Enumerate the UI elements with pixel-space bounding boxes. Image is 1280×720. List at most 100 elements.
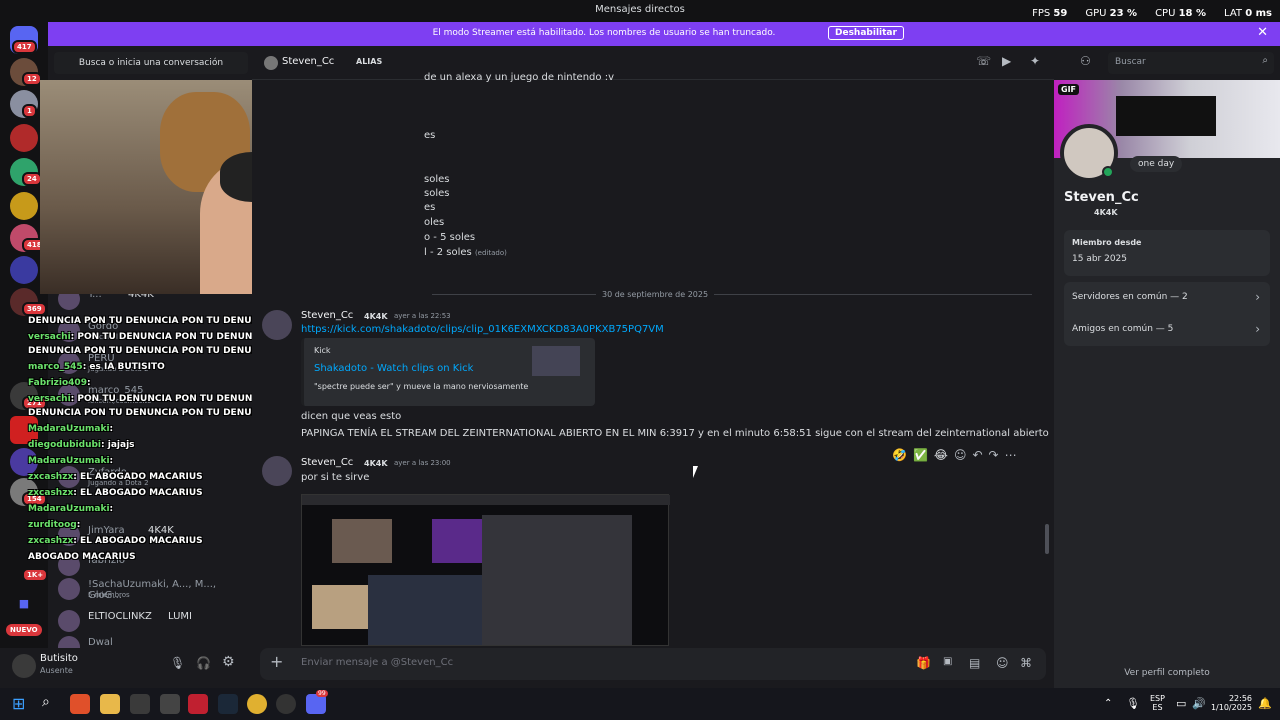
- app-icon[interactable]: [130, 694, 150, 714]
- folder-icon[interactable]: ■: [10, 590, 38, 618]
- profile-tag: 4K4K: [1094, 208, 1118, 217]
- dm-item[interactable]: !SachaUzumaki, A..., M..., GloG... 5 miem…: [58, 574, 248, 602]
- user-name: Butisito: [40, 653, 78, 664]
- embed-thumbnail[interactable]: [532, 346, 580, 376]
- message-link[interactable]: https://kick.com/shakadoto/clips/clip_01…: [301, 324, 664, 335]
- dm-search-input[interactable]: Busca o inicia una conversación: [54, 52, 248, 74]
- mouse-cursor-icon: [693, 466, 698, 478]
- performance-overlay: FPS 59 GPU 23 % CPU 18 % LAT 0 ms: [1032, 8, 1272, 19]
- author-name[interactable]: Steven_Cc: [301, 457, 353, 468]
- add-reaction-icon[interactable]: ☺: [954, 448, 967, 462]
- chrome-icon[interactable]: [247, 694, 267, 714]
- banner-art: [1116, 96, 1216, 136]
- dm-item[interactable]: ELTIOCLINKZ LUMI: [58, 606, 248, 634]
- steam-icon[interactable]: [218, 694, 238, 714]
- emoji-icon[interactable]: ☺: [996, 656, 1009, 670]
- server-icon[interactable]: [10, 192, 38, 220]
- message-text: PAPINGA TENÍA EL STREAM DEL ZEINTERNATIO…: [301, 428, 1049, 439]
- discord-icon[interactable]: [306, 694, 326, 714]
- search-icon[interactable]: ⌕: [42, 694, 62, 714]
- dm-tag: LUMI: [168, 611, 192, 622]
- sticker-icon[interactable]: ▤: [969, 656, 980, 670]
- video-icon[interactable]: ▶: [1002, 54, 1011, 68]
- gear-icon[interactable]: ⚙: [222, 654, 235, 670]
- app-icon[interactable]: [160, 694, 180, 714]
- react-check-icon[interactable]: ✅: [913, 448, 928, 462]
- pin-icon[interactable]: ✦: [1030, 54, 1040, 68]
- user-avatar[interactable]: [12, 654, 36, 678]
- author-name[interactable]: Steven_Cc: [301, 310, 353, 321]
- close-icon[interactable]: ✕: [1257, 25, 1268, 40]
- search-icon: ⌕: [1262, 55, 1268, 66]
- headphones-icon[interactable]: 🎧: [196, 656, 211, 670]
- message-text: soles: [424, 188, 450, 199]
- app-icon[interactable]: [276, 694, 296, 714]
- author-avatar[interactable]: [262, 310, 292, 340]
- chevron-right-icon[interactable]: ›: [1255, 290, 1260, 304]
- avatar: [58, 610, 80, 632]
- embed-provider: Kick: [314, 346, 331, 355]
- author-tag: 4K4K: [364, 459, 388, 468]
- attached-image[interactable]: [301, 494, 670, 646]
- profile-panel: GIF one day Steven_Cc 4K4K Miembro desde…: [1054, 80, 1280, 688]
- disable-streamer-button[interactable]: Deshabilitar: [828, 26, 904, 40]
- servers-in-common[interactable]: Servidores en común — 2: [1072, 292, 1188, 302]
- dm-name: JimYara: [88, 525, 125, 536]
- forward-icon[interactable]: ↷: [989, 448, 999, 462]
- windows-start-icon[interactable]: ⊞: [12, 694, 32, 714]
- add-user-icon[interactable]: ⚇: [1080, 54, 1102, 72]
- app-icon[interactable]: [188, 694, 208, 714]
- react-laugh-icon[interactable]: 🤣: [892, 448, 907, 462]
- chevron-up-icon[interactable]: ⌃: [1104, 698, 1112, 709]
- fps-stat: FPS 59: [1032, 8, 1068, 19]
- call-icon[interactable]: ☏: [976, 54, 991, 68]
- view-full-profile-link[interactable]: Ver perfil completo: [1054, 668, 1280, 678]
- folder-icon[interactable]: [100, 694, 120, 714]
- microphone-icon[interactable]: 🎙: [1126, 697, 1140, 710]
- chat-text: :: [86, 378, 91, 388]
- message-list: de un alexa y un juego de nintendo :v es…: [252, 72, 1054, 646]
- gift-icon[interactable]: 🎁: [916, 656, 931, 670]
- dm-item[interactable]: Dwal: [58, 632, 248, 648]
- author-avatar[interactable]: [262, 456, 292, 486]
- language-indicator[interactable]: ESP ES: [1150, 694, 1165, 712]
- stream-chat-line: MadaraUzumaki:: [28, 456, 113, 466]
- react-joy-icon[interactable]: 😂: [934, 448, 948, 462]
- server-icon[interactable]: [10, 124, 38, 152]
- friends-in-common[interactable]: Amigos en común — 5: [1072, 324, 1173, 334]
- chat-text: : EL ABOGADO MACARIUS: [73, 488, 203, 498]
- image-panel: [368, 575, 482, 645]
- chat-header: Steven_Cc ALIAS ☏ ▶ ✦: [252, 46, 1054, 80]
- member-since-date: 15 abr 2025: [1072, 254, 1128, 264]
- chat-username: zxcashzx: [28, 488, 74, 498]
- message-composer[interactable]: + Enviar mensaje a @Steven_Cc 🎁 ▣ ▤ ☺ ⌘: [260, 648, 1046, 680]
- message-text: soles: [424, 174, 450, 185]
- search-input[interactable]: Buscar ⌕: [1108, 52, 1274, 74]
- microphone-icon[interactable]: 🎙: [170, 656, 185, 670]
- notification-icon[interactable]: 🔔: [1258, 697, 1272, 710]
- scrollbar[interactable]: [1045, 524, 1049, 554]
- custom-status: one day: [1130, 156, 1183, 172]
- stream-chat-line: marco_545: es IA BUTISITO: [28, 362, 165, 372]
- clock[interactable]: 22:56 1/10/2025: [1210, 694, 1252, 712]
- reply-icon[interactable]: ↶: [972, 448, 982, 462]
- chevron-right-icon[interactable]: ›: [1255, 322, 1260, 336]
- chat-text: :: [76, 520, 81, 530]
- lat-stat: LAT 0 ms: [1224, 8, 1272, 19]
- volume-icon[interactable]: 🔊: [1192, 697, 1206, 710]
- game-icon[interactable]: ⌘: [1020, 656, 1032, 670]
- user-status: Ausente: [40, 666, 73, 675]
- brave-icon[interactable]: [70, 694, 90, 714]
- composer-placeholder: Enviar mensaje a @Steven_Cc: [301, 657, 454, 668]
- chat-text: : es IA BUTISITO: [82, 362, 165, 372]
- gif-icon[interactable]: ▣: [943, 656, 952, 667]
- title-bar: Mensajes directos FPS 59 GPU 23 % CPU 18…: [0, 0, 1280, 22]
- stream-chat-line: zxcashzx: EL ABOGADO MACARIUS: [28, 536, 203, 546]
- avatar: [264, 56, 278, 70]
- network-icon[interactable]: ▭: [1176, 697, 1186, 710]
- add-attachment-icon[interactable]: +: [270, 652, 283, 671]
- more-icon[interactable]: ⋯: [1005, 448, 1017, 462]
- server-icon[interactable]: [10, 256, 38, 284]
- embed-title[interactable]: Shakadoto - Watch clips on Kick: [314, 363, 473, 374]
- chat-username: MadaraUzumaki: [28, 424, 110, 434]
